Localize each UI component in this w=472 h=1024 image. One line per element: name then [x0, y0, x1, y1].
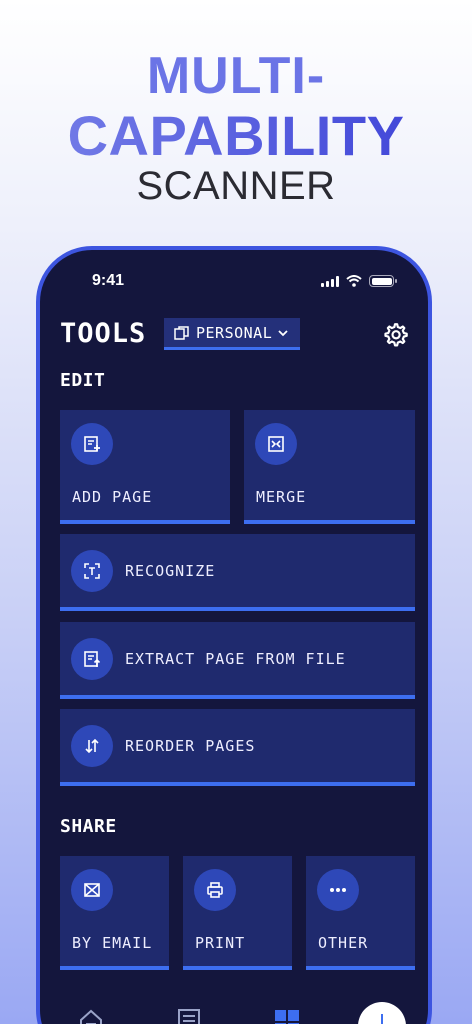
tab-bar	[40, 998, 428, 1024]
reorder-icon	[71, 725, 113, 767]
print-label: PRINT	[195, 934, 246, 952]
home-icon[interactable]	[76, 1006, 106, 1024]
extract-page-icon	[71, 638, 113, 680]
workspace-dropdown[interactable]: PERSONAL	[164, 318, 300, 350]
extract-page-card[interactable]: EXTRACT PAGE FROM FILE	[60, 622, 415, 699]
reorder-pages-label: REORDER PAGES	[125, 737, 256, 755]
page-title: TOOLS	[60, 318, 147, 349]
by-email-card[interactable]: BY EMAIL	[60, 856, 169, 970]
add-page-label: ADD PAGE	[72, 488, 153, 506]
headline-line-2: CAPABILITY	[0, 108, 472, 164]
chevron-down-icon	[278, 329, 288, 336]
folders-icon	[174, 325, 189, 340]
signal-icon	[321, 275, 339, 287]
recognize-label: RECOGNIZE	[125, 562, 216, 580]
workspace-label: PERSONAL	[196, 323, 273, 342]
documents-icon[interactable]	[174, 1006, 204, 1024]
share-section-title: SHARE	[60, 816, 117, 837]
edit-section-title: EDIT	[60, 370, 106, 391]
print-card[interactable]: PRINT	[183, 856, 292, 970]
battery-icon	[369, 275, 397, 287]
print-icon	[194, 869, 236, 911]
scan-fab-button[interactable]	[358, 1002, 406, 1024]
status-time: 9:41	[92, 272, 125, 289]
tools-grid-icon[interactable]	[272, 1006, 302, 1024]
extract-page-label: EXTRACT PAGE FROM FILE	[125, 650, 346, 668]
headline-line-1: MULTI-	[146, 47, 326, 105]
more-icon	[317, 869, 359, 911]
email-icon	[71, 869, 113, 911]
recognize-icon	[71, 550, 113, 592]
recognize-card[interactable]: RECOGNIZE	[60, 534, 415, 611]
phone-frame: 9:41 TOOLS PERSONAL EDIT ADD PAGE MERGE …	[36, 246, 432, 1024]
status-bar: 9:41	[40, 272, 428, 292]
headline-line-3: SCANNER	[136, 164, 336, 208]
other-card[interactable]: OTHER	[306, 856, 415, 970]
reorder-pages-card[interactable]: REORDER PAGES	[60, 709, 415, 786]
gear-icon[interactable]	[382, 322, 408, 348]
by-email-label: BY EMAIL	[72, 934, 153, 952]
wifi-icon	[346, 275, 362, 287]
add-page-card[interactable]: ADD PAGE	[60, 410, 230, 524]
merge-card[interactable]: MERGE	[244, 410, 415, 524]
merge-label: MERGE	[256, 488, 307, 506]
merge-icon	[255, 423, 297, 465]
status-icons	[321, 275, 397, 287]
add-page-icon	[71, 423, 113, 465]
other-label: OTHER	[318, 934, 369, 952]
